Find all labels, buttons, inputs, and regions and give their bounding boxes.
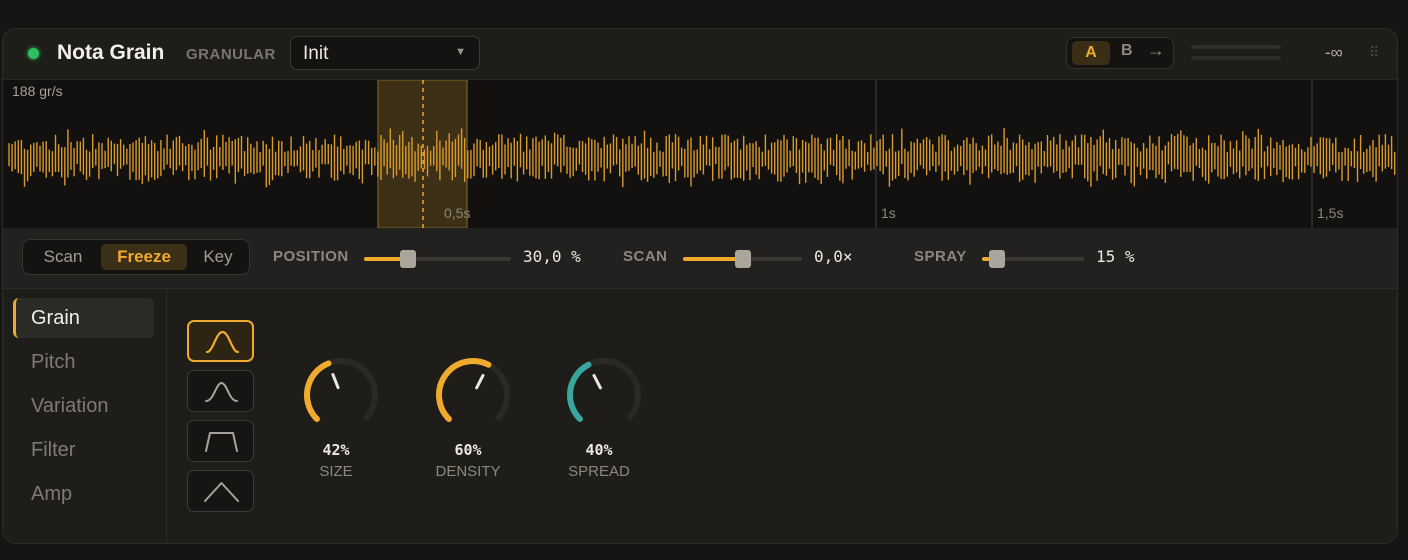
density-label: DENSITY	[435, 463, 501, 480]
spread-label: SPREAD	[568, 463, 630, 480]
engine-type-label: GRANULAR	[186, 46, 276, 63]
drag-handle-icon[interactable]: ⠿	[1369, 44, 1379, 61]
spray-slider-thumb[interactable]	[989, 250, 1006, 268]
spray-label: SPRAY	[914, 248, 967, 265]
density-knob[interactable]: 60% DENSITY	[428, 355, 518, 485]
time-tick-label: 0,5s	[444, 205, 471, 221]
position-slider[interactable]	[364, 250, 511, 268]
knob-pointer	[331, 373, 340, 390]
size-value: 42%	[322, 441, 350, 459]
waveform-display[interactable]: 188 gr/s 0,5s 1s 1,5s	[3, 80, 1397, 228]
knob-pointer	[475, 373, 485, 390]
trapezoid-envelope-icon	[205, 432, 238, 452]
shape-gaussian-button[interactable]	[187, 320, 254, 362]
spread-dial	[567, 358, 641, 423]
scan-label: SCAN	[623, 248, 668, 265]
position-label: POSITION	[273, 248, 349, 265]
output-meter-left	[1191, 45, 1281, 49]
ab-compare: A B →	[1066, 37, 1174, 69]
size-dial	[304, 358, 378, 423]
density-dial	[436, 358, 510, 423]
preset-name: Init	[303, 43, 329, 64]
spread-knob[interactable]: 40% SPREAD	[559, 355, 649, 485]
size-knob[interactable]: 42% SIZE	[296, 355, 386, 485]
scan-slider[interactable]	[683, 250, 802, 268]
grain-rate-readout: 188 gr/s	[12, 83, 63, 99]
playback-mode-selector: Scan Freeze Key	[22, 239, 250, 275]
mode-key-button[interactable]: Key	[191, 244, 245, 270]
time-tick-label: 1,5s	[1317, 205, 1344, 221]
knob-pointer	[592, 373, 602, 390]
compare-b-button[interactable]: B	[1121, 42, 1133, 60]
arrow-right-icon[interactable]: →	[1147, 40, 1165, 61]
section-sidebar: Grain Pitch Variation Filter Amp	[3, 289, 167, 543]
spread-value: 40%	[585, 441, 613, 459]
output-level-readout: -∞	[1325, 43, 1343, 62]
gaussian-envelope-icon	[205, 330, 240, 354]
sidebar-item-filter[interactable]: Filter	[13, 430, 154, 470]
sidebar-item-variation[interactable]: Variation	[13, 386, 154, 426]
spray-value: 15 %	[1096, 247, 1135, 266]
scan-slider-fill	[683, 257, 743, 261]
hann-envelope-icon	[205, 381, 238, 402]
size-label: SIZE	[319, 463, 353, 480]
knob-value-arc	[304, 360, 332, 423]
compare-a-button[interactable]: A	[1072, 41, 1110, 65]
density-value: 60%	[454, 441, 482, 459]
output-meter-right	[1191, 56, 1281, 60]
waveform-canvas	[8, 80, 1396, 228]
playback-controls: Scan Freeze Key POSITION 30,0 % SCAN 0,0…	[3, 228, 1397, 289]
sidebar-item-amp[interactable]: Amp	[13, 474, 154, 514]
time-tick-label: 1s	[881, 205, 896, 221]
sidebar-item-pitch[interactable]: Pitch	[13, 342, 154, 382]
mode-scan-button[interactable]: Scan	[29, 244, 97, 270]
shape-hann-button[interactable]	[187, 370, 254, 412]
shape-triangle-button[interactable]	[187, 470, 254, 512]
power-status-icon[interactable]	[28, 48, 39, 59]
plugin-window: Nota Grain GRANULAR Init ▼ A B → -∞ ⠿ 18…	[2, 28, 1398, 544]
knob-value-arc	[436, 358, 492, 423]
header-bar: Nota Grain GRANULAR Init ▼ A B → -∞ ⠿	[3, 29, 1397, 80]
preset-selector[interactable]: Init ▼	[290, 36, 480, 70]
spray-slider[interactable]	[982, 250, 1084, 268]
plugin-title: Nota Grain	[57, 41, 165, 64]
position-value: 30,0 %	[523, 247, 581, 266]
scan-value: 0,0×	[814, 247, 853, 266]
scan-slider-thumb[interactable]	[734, 250, 751, 268]
waveform-peaks	[8, 128, 1396, 188]
position-slider-thumb[interactable]	[400, 250, 417, 268]
knob-value-arc	[567, 361, 592, 423]
shape-trapezoid-button[interactable]	[187, 420, 254, 462]
chevron-down-icon: ▼	[455, 46, 466, 58]
triangle-envelope-icon	[204, 482, 239, 502]
sidebar-item-grain[interactable]: Grain	[13, 298, 154, 338]
mode-freeze-button[interactable]: Freeze	[101, 244, 187, 270]
